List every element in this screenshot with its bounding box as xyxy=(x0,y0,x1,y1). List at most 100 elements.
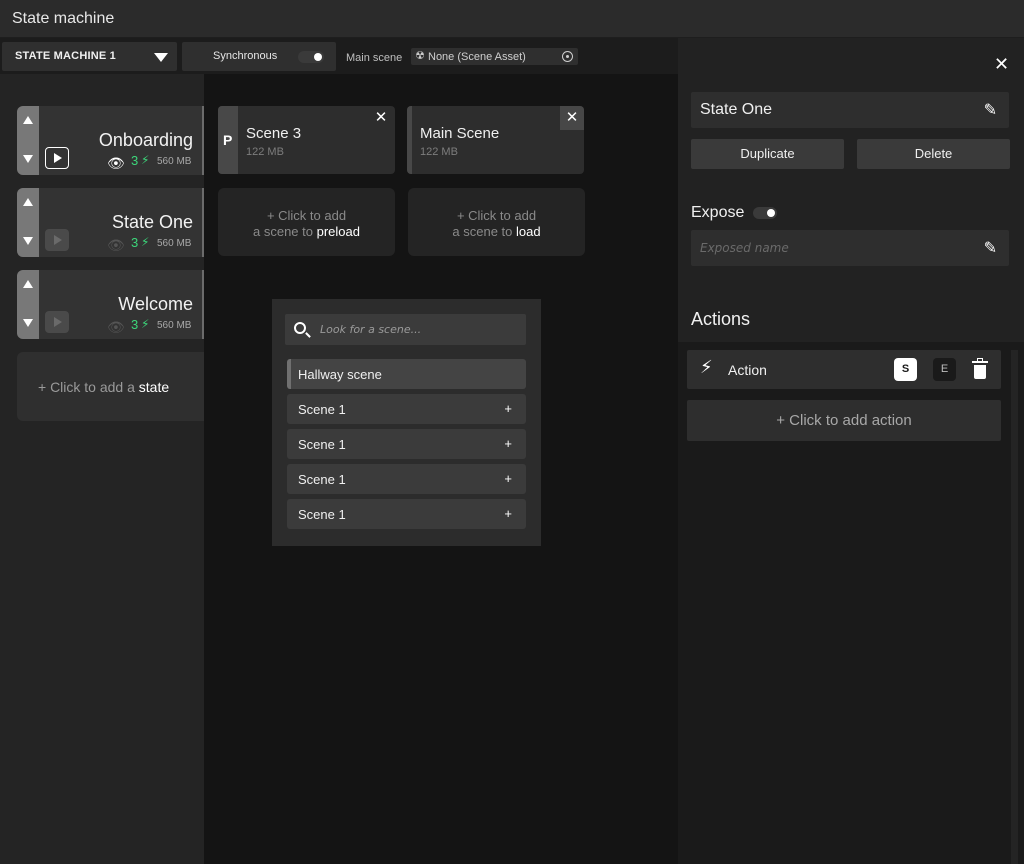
pencil-icon[interactable]: ✎ xyxy=(984,238,997,258)
add-state-emphasis: state xyxy=(138,379,170,395)
chevron-down-icon xyxy=(154,53,168,62)
add-state-label: + Click to add a state xyxy=(38,379,169,395)
eye-icon[interactable]: 👁 xyxy=(107,319,125,336)
synchronous-toggle[interactable] xyxy=(298,51,324,63)
synchronous-setting: Synchronous xyxy=(182,42,336,71)
trash-body xyxy=(974,365,986,379)
add-preload-scene-button[interactable]: + Click to add a scene to preload xyxy=(218,188,395,256)
delete-button[interactable]: Delete xyxy=(857,139,1010,169)
exposed-name-field[interactable]: ✎ xyxy=(691,230,1009,266)
toggle-knob xyxy=(767,209,775,217)
add-icon[interactable]: + xyxy=(504,436,512,451)
object-picker-icon[interactable] xyxy=(562,51,573,62)
exposed-name-input[interactable] xyxy=(700,239,970,257)
picker-item-label: Hallway scene xyxy=(298,367,382,382)
move-down-icon[interactable] xyxy=(23,319,33,327)
scene-count: 3 xyxy=(131,317,139,332)
actions-scrollbar[interactable] xyxy=(1011,350,1018,864)
preload-badge: P xyxy=(223,132,233,148)
state-name: Welcome xyxy=(118,294,193,314)
scene-name: Main Scene xyxy=(420,125,500,142)
picker-item-label: Scene 1 xyxy=(298,402,346,417)
action-row[interactable]: ⚡ Action S E xyxy=(687,350,1001,389)
scene-picker-popup: Hallway scene Scene 1 + Scene 1 + Scene … xyxy=(272,299,541,546)
add-load-scene-button[interactable]: + Click to add a scene to load xyxy=(408,188,585,256)
move-up-icon[interactable] xyxy=(23,116,33,124)
scene-size: 122 MB xyxy=(246,146,284,158)
state-card-state-one[interactable]: State One 👁 3 ⚡ 560 MB xyxy=(17,188,204,257)
state-size: 560 MB xyxy=(157,156,192,167)
end-toggle-button[interactable]: E xyxy=(933,358,956,381)
move-up-icon[interactable] xyxy=(23,280,33,288)
add-icon[interactable]: + xyxy=(504,506,512,521)
move-down-icon[interactable] xyxy=(23,155,33,163)
scene-card-main-scene[interactable]: Main Scene 122 MB ✕ xyxy=(407,106,584,174)
picker-item[interactable]: Scene 1 + xyxy=(287,464,526,494)
toggle-knob xyxy=(314,53,322,61)
main-scene-label: Main scene xyxy=(346,52,403,64)
add-state-button[interactable]: + Click to add a state xyxy=(17,352,204,421)
state-card-onboarding[interactable]: Onboarding 👁 3 ⚡ 560 MB xyxy=(17,106,204,175)
scene-count: 3 xyxy=(131,235,139,250)
picker-item[interactable]: Scene 1 + xyxy=(287,394,526,424)
add-preload-prefix: a scene to xyxy=(253,224,317,239)
action-label: Action xyxy=(728,362,767,378)
picker-item[interactable]: Scene 1 + xyxy=(287,499,526,529)
scene-rail xyxy=(407,106,412,174)
bolt-icon: ⚡ xyxy=(700,357,713,377)
state-name: Onboarding xyxy=(98,130,193,150)
scene-search-input[interactable] xyxy=(320,320,515,338)
picker-item[interactable]: Scene 1 + xyxy=(287,429,526,459)
add-icon[interactable]: + xyxy=(504,401,512,416)
start-toggle-button[interactable]: S xyxy=(894,358,917,381)
move-down-icon[interactable] xyxy=(23,237,33,245)
close-icon[interactable]: ✕ xyxy=(994,54,1009,75)
main-scene-value: None (Scene Asset) xyxy=(428,51,526,63)
eye-icon[interactable]: 👁 xyxy=(107,155,125,172)
play-icon[interactable] xyxy=(45,311,69,333)
scene-card-scene-3[interactable]: P Scene 3 122 MB ✕ xyxy=(218,106,395,174)
add-preload-line2: a scene to preload xyxy=(218,224,395,240)
synchronous-label: Synchronous xyxy=(213,50,278,62)
add-load-prefix: a scene to xyxy=(452,224,517,239)
play-icon[interactable] xyxy=(45,147,69,169)
duplicate-button[interactable]: Duplicate xyxy=(691,139,844,169)
actions-list: ⚡ Action S E + Click to add action xyxy=(678,342,1024,864)
scene-asset-icon: ☢ xyxy=(415,50,425,62)
play-icon[interactable] xyxy=(45,229,69,251)
state-machine-dropdown[interactable]: STATE MACHINE 1 xyxy=(2,42,177,71)
expose-label: Expose xyxy=(691,204,745,221)
state-machine-dropdown-label: STATE MACHINE 1 xyxy=(15,50,116,62)
bolt-icon: ⚡ xyxy=(141,153,150,167)
picker-item-label: Scene 1 xyxy=(298,507,346,522)
close-icon[interactable]: ✕ xyxy=(369,106,393,130)
expose-toggle[interactable] xyxy=(753,207,777,219)
eye-icon[interactable]: 👁 xyxy=(107,237,125,254)
state-name-value: State One xyxy=(700,101,773,118)
scene-search-box xyxy=(285,314,526,345)
state-name: State One xyxy=(111,212,193,232)
add-load-emphasis: load xyxy=(516,224,541,239)
pencil-icon[interactable]: ✎ xyxy=(984,100,997,120)
bolt-icon: ⚡ xyxy=(141,317,150,331)
add-action-button[interactable]: + Click to add action xyxy=(687,400,1001,441)
trash-icon[interactable] xyxy=(972,358,988,379)
state-card-welcome[interactable]: Welcome 👁 3 ⚡ 560 MB xyxy=(17,270,204,339)
add-preload-emphasis: preload xyxy=(316,224,360,239)
state-size: 560 MB xyxy=(157,320,192,331)
state-size: 560 MB xyxy=(157,238,192,249)
state-name-field[interactable]: State One ✎ xyxy=(691,92,1009,128)
add-icon[interactable]: + xyxy=(504,471,512,486)
move-up-icon[interactable] xyxy=(23,198,33,206)
scene-name: Scene 3 xyxy=(246,125,302,142)
picker-item-hallway-scene[interactable]: Hallway scene xyxy=(287,359,526,389)
bolt-icon: ⚡ xyxy=(141,235,150,249)
add-state-prefix: + Click to add a xyxy=(38,379,139,395)
picker-item-label: Scene 1 xyxy=(298,437,346,452)
close-icon[interactable]: ✕ xyxy=(560,106,584,130)
add-preload-line1: + Click to add xyxy=(266,208,347,223)
add-load-line1: + Click to add xyxy=(456,208,537,223)
add-load-line2: a scene to load xyxy=(408,224,585,240)
inspector-panel: ✕ State One ✎ Duplicate Delete Expose ✎ … xyxy=(678,38,1024,864)
main-scene-field[interactable]: ☢ None (Scene Asset) xyxy=(411,48,578,65)
